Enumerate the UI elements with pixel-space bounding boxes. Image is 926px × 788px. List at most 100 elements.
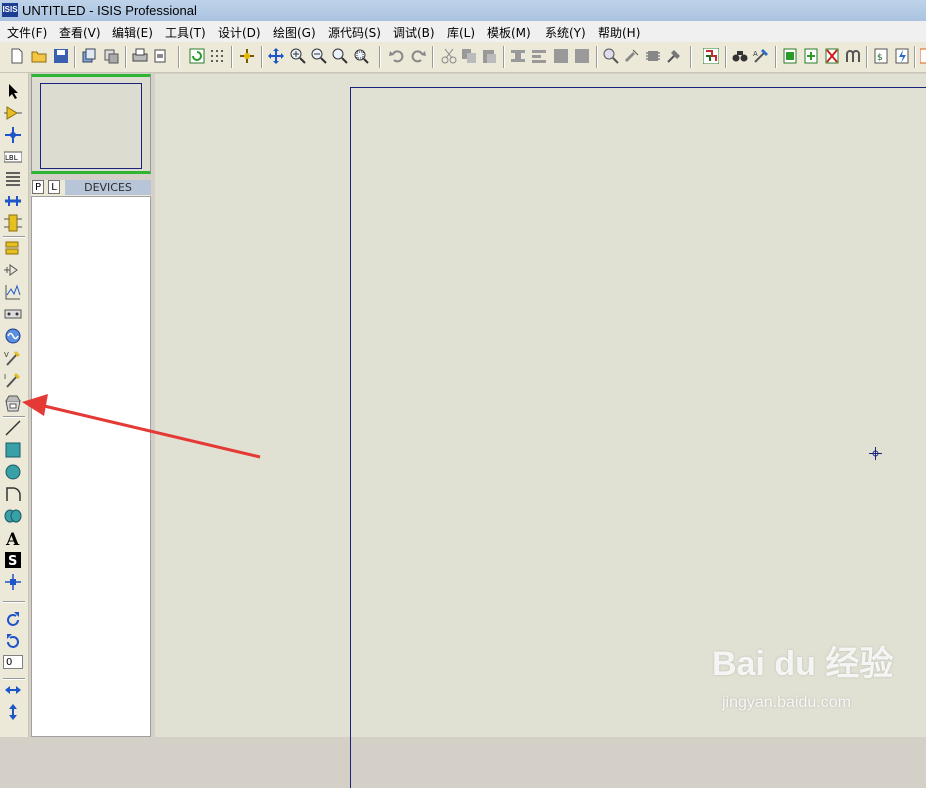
menu-bar: 文件(F) 查看(V) 编辑(E) 工具(T) 设计(D) 绘图(G) 源代码(… [0,21,926,43]
make-device-icon[interactable] [624,48,640,64]
cut-icon[interactable] [441,48,457,64]
menu-design[interactable]: 设计(D) [218,24,261,41]
marker-icon[interactable] [4,573,22,591]
mirror-horizontal-icon[interactable] [4,681,22,699]
symbol-icon[interactable]: S [4,551,22,569]
device-list[interactable] [31,196,151,737]
menu-template[interactable]: 模板(M) [487,24,531,41]
menu-help[interactable]: 帮助(H) [598,24,640,41]
library-manager-button[interactable]: L [48,180,60,194]
grid-icon[interactable] [209,48,225,64]
bill-of-materials-icon[interactable]: $ [873,48,889,64]
zoom-all-icon[interactable] [332,48,348,64]
wire-label-icon[interactable]: LBL [4,148,22,166]
print-icon[interactable] [132,48,148,64]
junction-dot-icon[interactable] [4,126,22,144]
toolbar-separator [74,46,76,68]
redo-icon[interactable] [410,48,426,64]
block-rotate-icon[interactable] [553,48,569,64]
menu-system[interactable]: 系统(Y) [545,24,586,41]
menu-graph[interactable]: 绘图(G) [273,24,316,41]
watermark-url: jingyan.baidu.com [722,694,851,711]
rotate-anticlockwise-icon[interactable] [4,633,22,651]
toolbar-separator [503,46,505,68]
decompose-icon[interactable] [666,48,682,64]
menu-debug[interactable]: 调试(B) [393,24,435,41]
zoom-out-icon[interactable] [311,48,327,64]
svg-text:V: V [4,351,9,359]
property-tool-icon[interactable]: A [753,48,769,64]
menu-view[interactable]: 查看(V) [59,24,101,41]
menu-library[interactable]: 库(L) [447,24,475,41]
tape-recorder-icon[interactable] [4,305,22,323]
zoom-area-icon[interactable] [353,48,369,64]
overview-window[interactable] [31,74,151,174]
search-tag-icon[interactable] [732,48,748,64]
block-copy-icon[interactable] [510,48,526,64]
zoom-in-icon[interactable] [290,48,306,64]
pick-devices-button[interactable]: P [32,180,44,194]
terminals-icon[interactable] [4,239,22,257]
voltage-probe-icon[interactable]: V [4,349,22,367]
open-folder-icon[interactable] [31,48,47,64]
netlist-icon[interactable] [920,48,926,64]
origin-icon[interactable] [239,48,255,64]
selection-mode-icon[interactable] [4,82,22,100]
toolbar-separator [725,46,727,68]
rotation-angle-field[interactable]: 0 [3,655,23,669]
svg-text:I: I [4,373,6,381]
import-icon[interactable] [81,48,97,64]
menu-tools[interactable]: 工具(T) [165,24,206,41]
generator-icon[interactable] [4,327,22,345]
copy-icon[interactable] [461,48,477,64]
toolbar-separator [125,46,127,68]
mode-separator [3,416,25,418]
block-delete-icon[interactable] [574,48,590,64]
menu-file[interactable]: 文件(F) [7,24,47,41]
export-icon[interactable] [103,48,119,64]
print-setup-icon[interactable] [152,48,168,64]
toolbar-separator [432,46,434,68]
baidu-watermark: Bai du 经验 jingyan.baidu.com [712,636,926,716]
subcircuit-icon[interactable] [4,214,22,232]
add-sheet-icon[interactable] [803,48,819,64]
block-move-icon[interactable] [531,48,547,64]
arc-icon[interactable] [4,485,22,503]
electrical-rule-check-icon[interactable] [894,48,910,64]
devices-label: DEVICES [65,180,151,195]
undo-icon[interactable] [389,48,405,64]
svg-text:A: A [753,50,758,58]
text-icon[interactable]: A [4,529,22,547]
origin-marker-icon [869,447,882,460]
toolbar-separator [690,46,692,68]
rotate-clockwise-icon[interactable] [4,611,22,629]
refresh-icon[interactable] [189,48,205,64]
new-sheet-icon[interactable] [782,48,798,64]
device-pins-icon[interactable] [4,261,22,279]
box-icon[interactable] [4,441,22,459]
graph-icon[interactable] [4,283,22,301]
circle-icon[interactable] [4,463,22,481]
remove-sheet-icon[interactable] [824,48,840,64]
packaging-icon[interactable] [645,48,661,64]
mode-separator [3,678,25,680]
virtual-instruments-icon[interactable] [4,394,22,412]
title-bar: ISIS UNTITLED - ISIS Professional [0,0,926,21]
toolbar-separator [914,46,916,68]
current-probe-icon[interactable]: I [4,371,22,389]
goto-child-icon[interactable] [845,48,861,64]
text-script-icon[interactable] [4,170,22,188]
pick-device-icon[interactable] [603,48,619,64]
line-icon[interactable] [4,419,22,437]
paste-icon[interactable] [481,48,497,64]
save-icon[interactable] [53,48,69,64]
pan-icon[interactable] [268,48,284,64]
new-file-icon[interactable] [9,48,25,64]
menu-edit[interactable]: 编辑(E) [112,24,153,41]
wire-autorouter-icon[interactable] [703,48,719,64]
mirror-vertical-icon[interactable] [4,703,22,721]
path-icon[interactable] [4,507,22,525]
menu-source[interactable]: 源代码(S) [328,24,381,41]
buses-icon[interactable] [4,192,22,210]
component-mode-icon[interactable] [4,104,22,122]
